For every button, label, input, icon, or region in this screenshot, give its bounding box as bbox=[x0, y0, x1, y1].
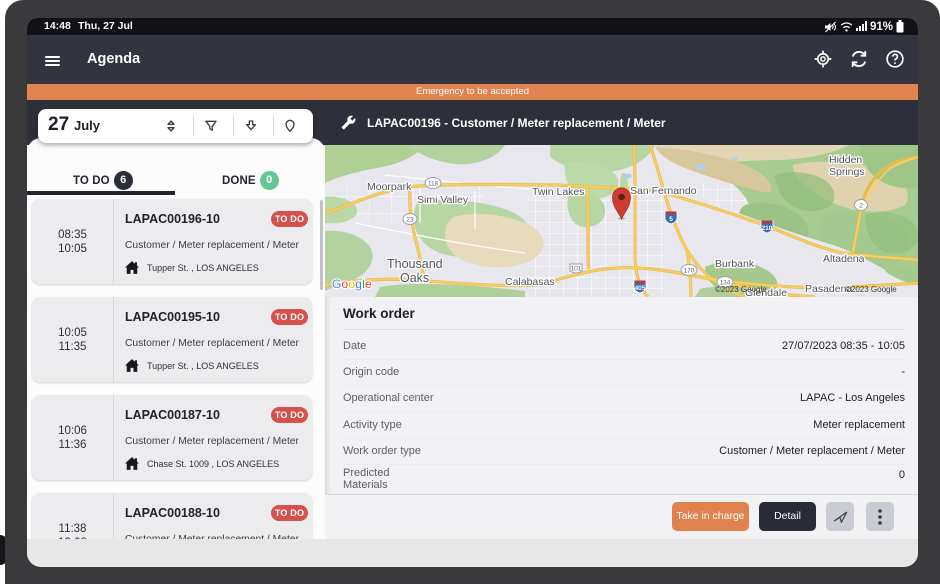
svg-text:Google: Google bbox=[332, 277, 372, 291]
svg-text:Twin Lakes: Twin Lakes bbox=[532, 186, 585, 198]
svg-text:5: 5 bbox=[669, 216, 673, 223]
svg-text:Altadena: Altadena bbox=[823, 253, 865, 265]
svg-text:210: 210 bbox=[762, 225, 773, 232]
svg-text:101: 101 bbox=[571, 266, 582, 273]
svg-text:©2023 Google: ©2023 Google bbox=[715, 285, 767, 294]
svg-text:Burbank: Burbank bbox=[715, 258, 755, 270]
svg-text:Calabasas: Calabasas bbox=[505, 276, 555, 288]
svg-text:23: 23 bbox=[406, 217, 414, 224]
svg-text:Springs: Springs bbox=[829, 166, 865, 178]
svg-text:Hidden: Hidden bbox=[829, 154, 862, 166]
svg-text:Moorpark: Moorpark bbox=[367, 181, 412, 193]
svg-text:118: 118 bbox=[428, 181, 439, 188]
svg-text:©2023 Google: ©2023 Google bbox=[845, 285, 897, 294]
svg-text:170: 170 bbox=[684, 268, 695, 275]
svg-text:2: 2 bbox=[859, 203, 863, 210]
svg-text:Thousand: Thousand bbox=[387, 257, 443, 271]
svg-text:San Fernando: San Fernando bbox=[630, 185, 697, 197]
svg-text:405: 405 bbox=[635, 285, 646, 292]
svg-text:Simi Valley: Simi Valley bbox=[417, 194, 469, 206]
svg-text:Oaks: Oaks bbox=[400, 271, 429, 285]
